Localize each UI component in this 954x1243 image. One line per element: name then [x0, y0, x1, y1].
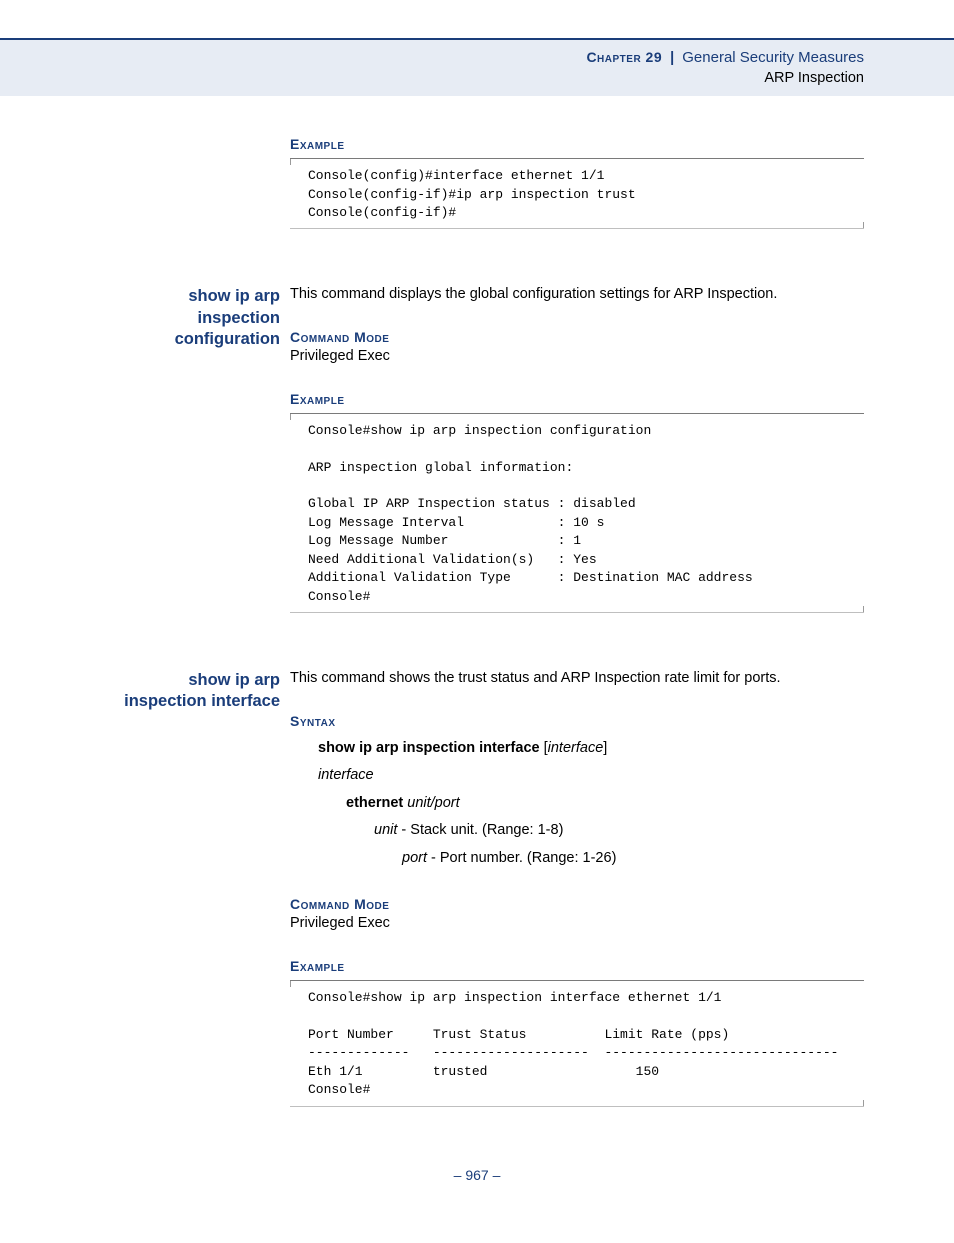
cmd-name-l3: configuration [175, 330, 280, 348]
code-block: Console#show ip arp inspection configura… [290, 413, 864, 614]
syntax-block: show ip arp inspection interface [interf… [290, 735, 864, 873]
section-example-top: Example Console(config)#interface ethern… [90, 136, 864, 229]
left-margin-empty [90, 136, 280, 229]
page-body: Example Console(config)#interface ethern… [0, 96, 954, 1243]
syntax-port-italic: port [402, 850, 427, 866]
chapter-title: General Security Measures [682, 49, 864, 66]
syntax-ethernet-args: unit/port [407, 795, 459, 811]
header-separator: | [670, 50, 674, 66]
page-header: Chapter 29 | General Security Measures A… [0, 38, 954, 96]
example-heading: Example [290, 391, 864, 407]
syntax-cmd-bold: show ip arp inspection interface [318, 740, 540, 756]
command-description: This command displays the global configu… [290, 285, 864, 305]
syntax-port-desc: - Port number. (Range: 1-26) [427, 850, 616, 866]
syntax-unit-desc: - Stack unit. (Range: 1-8) [397, 822, 563, 838]
example-heading: Example [290, 136, 864, 152]
syntax-bracket-close: ] [603, 740, 607, 756]
syntax-interface-label: interface [318, 767, 374, 783]
command-mode-heading: Command Mode [290, 329, 864, 345]
chapter-label: Chapter 29 [586, 49, 662, 65]
command-mode-value: Privileged Exec [290, 914, 864, 934]
syntax-cmd-arg: interface [548, 740, 604, 756]
example-heading: Example [290, 958, 864, 974]
command-mode-value: Privileged Exec [290, 347, 864, 367]
cmd-name-l1: show ip arp [188, 671, 280, 689]
cmd-name-l1: show ip arp [188, 287, 280, 305]
cmd-name-l2: inspection interface [124, 692, 280, 710]
syntax-ethernet-bold: ethernet [346, 795, 403, 811]
command-name-left: show ip arp inspection configuration [90, 285, 280, 613]
section-show-interface: show ip arp inspection interface This co… [90, 669, 864, 1107]
code-block: Console#show ip arp inspection interface… [290, 980, 864, 1107]
command-description: This command shows the trust status and … [290, 669, 864, 689]
syntax-heading: Syntax [290, 713, 864, 729]
command-name-left: show ip arp inspection interface [90, 669, 280, 1107]
header-subtitle: ARP Inspection [0, 69, 864, 89]
cmd-name-l2: inspection [197, 309, 280, 327]
syntax-unit-italic: unit [374, 822, 397, 838]
command-mode-heading: Command Mode [290, 896, 864, 912]
code-block: Console(config)#interface ethernet 1/1 C… [290, 158, 864, 229]
section-show-config: show ip arp inspection configuration Thi… [90, 285, 864, 613]
page-footer: – 967 – [90, 1167, 864, 1183]
